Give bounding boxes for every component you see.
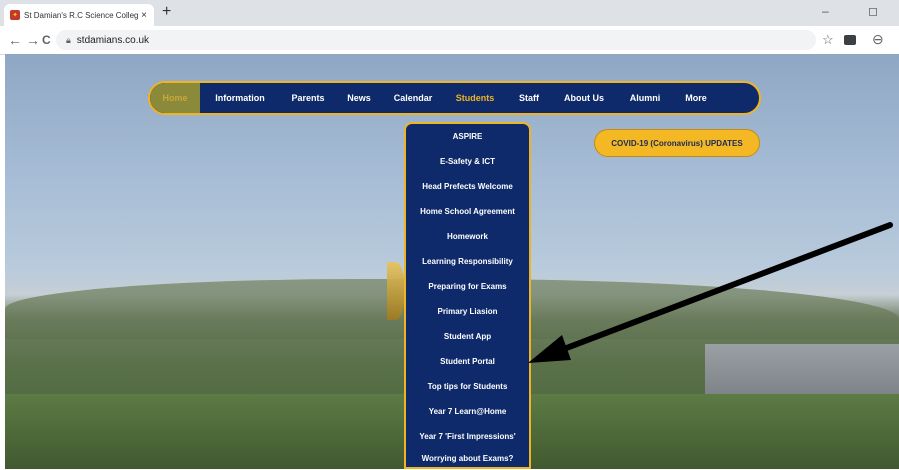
annotation-arrow-icon [528,222,893,363]
